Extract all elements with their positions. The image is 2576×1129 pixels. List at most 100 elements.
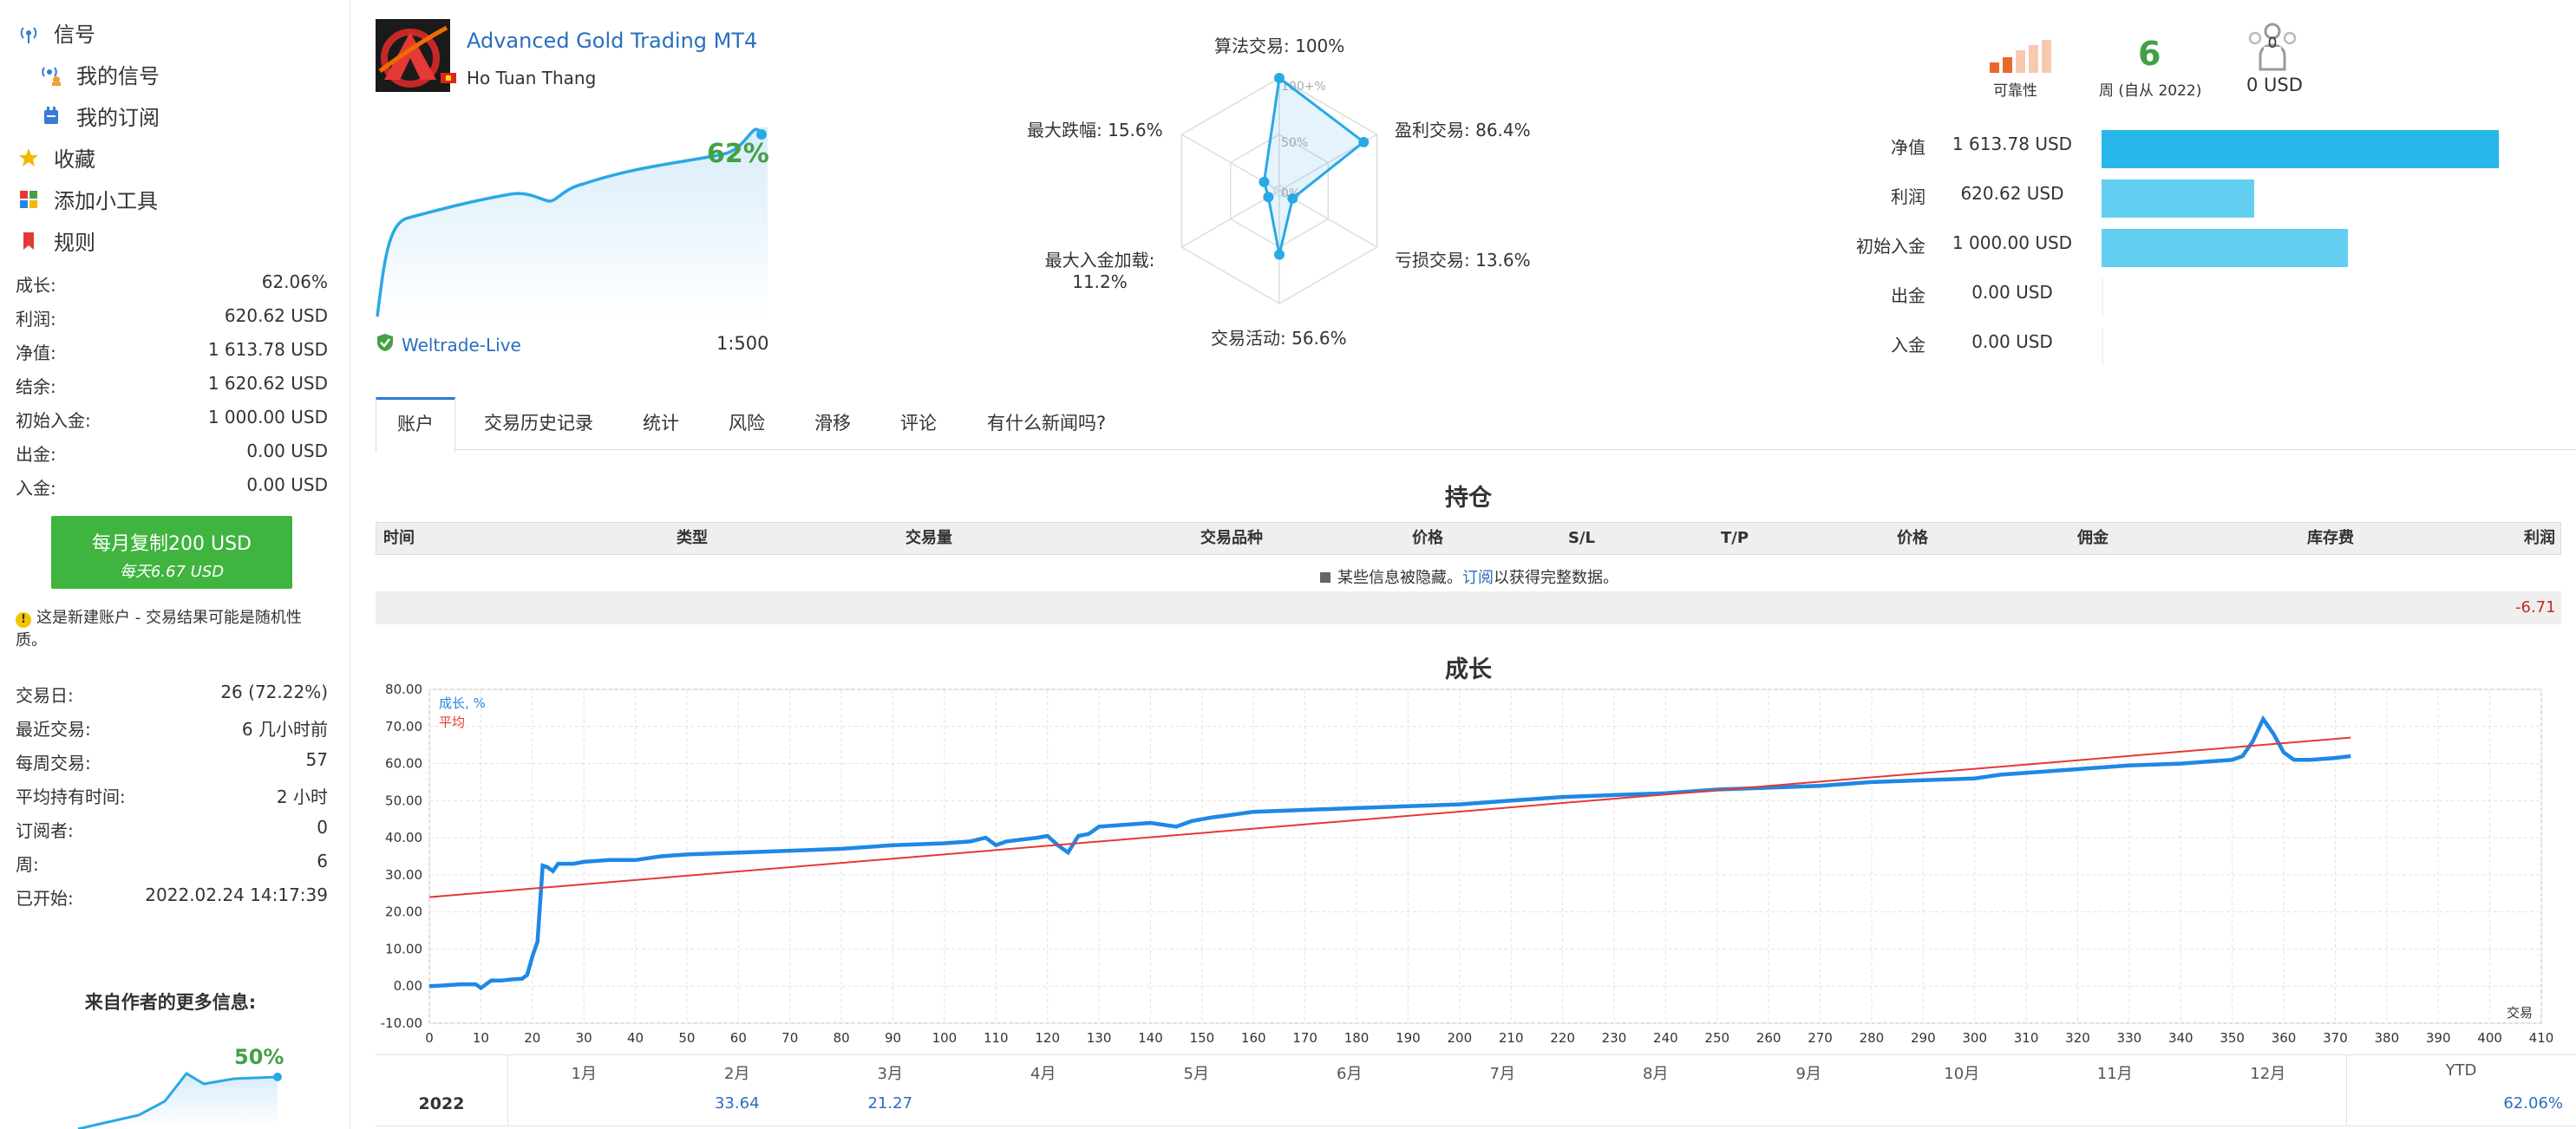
info-started: 已开始: 2022.02.24 14:17:39: [16, 884, 328, 909]
x-tick-label: 120: [1035, 1030, 1060, 1046]
x-tick-label: 180: [1344, 1030, 1370, 1046]
tab-account[interactable]: 账户: [376, 397, 455, 453]
x-tick-label: 40: [627, 1030, 644, 1046]
radar-point: [1259, 176, 1270, 187]
subscribe-link[interactable]: 订阅: [1462, 569, 1494, 587]
col-swap: 库存费: [2307, 529, 2354, 547]
nav-label: 收藏: [54, 147, 95, 172]
nav-signals[interactable]: 信号: [16, 17, 95, 48]
radar-label-max-deposit-load: 最大入金加载: 11.2%: [1044, 250, 1155, 292]
col-profit: 利润: [2524, 529, 2555, 547]
x-tick-label: 80: [834, 1030, 850, 1046]
radar-label-max-drawdown: 最大跌幅: 15.6%: [1027, 120, 1163, 140]
x-tick-label: 210: [1499, 1030, 1524, 1046]
account-bar-label: 初始入金: [1856, 236, 1925, 257]
account-bar-label: 入金: [1891, 335, 1925, 356]
x-tick-label: 310: [2014, 1030, 2039, 1046]
account-bar-label: 净值: [1891, 137, 1925, 158]
col-type: 类型: [677, 529, 708, 547]
tabs-divider: [376, 449, 2576, 450]
col-commission: 佣金: [2077, 529, 2109, 547]
col-symbol: 交易品种: [1200, 529, 1263, 547]
nav-rules[interactable]: 规则: [16, 225, 95, 256]
x-tick-label: 140: [1138, 1030, 1163, 1046]
month-header: 7月: [1489, 1065, 1515, 1083]
x-tick-label: 0: [425, 1030, 434, 1046]
month-value-mar[interactable]: 21.27: [814, 1094, 967, 1113]
month-header: 3月: [877, 1065, 903, 1083]
info-avg-holding: 平均持有时间: 2 小时: [16, 786, 328, 807]
author-signal-mini-chart[interactable]: [69, 1067, 286, 1129]
account-bar: [2102, 328, 2103, 366]
radar-label-loss-trades: 亏损交易: 13.6%: [1395, 250, 1531, 271]
x-tick-label: 70: [781, 1030, 798, 1046]
signal-logo[interactable]: [376, 19, 450, 92]
stat-profit: 利润: 620.62 USD: [16, 305, 328, 330]
hidden-info-note: 某些信息被隐藏。订阅以获得完整数据。: [1320, 565, 1618, 588]
tab-statistics[interactable]: 统计: [622, 397, 700, 449]
account-bar: [2102, 130, 2499, 168]
x-tick-label: 380: [2375, 1030, 2400, 1046]
info-trades-per-week: 每周交易: 57: [16, 749, 328, 773]
month-header: YTD: [2445, 1061, 2477, 1080]
star-icon: [16, 145, 42, 171]
nav-label: 我的信号: [76, 64, 160, 88]
author-name[interactable]: Ho Tuan Thang: [467, 68, 596, 88]
signal-name-link[interactable]: Advanced Gold Trading MT4: [467, 29, 757, 53]
author-signal-growth: 50%: [234, 1045, 284, 1069]
x-tick-label: 370: [2323, 1030, 2348, 1046]
y-tick-label: 30.00: [385, 867, 422, 883]
month-header: 4月: [1030, 1065, 1056, 1083]
positions-total-row: [376, 591, 2561, 624]
nav-label: 我的订阅: [76, 106, 160, 130]
copy-signal-button[interactable]: 每月复制200 USD 每天6.67 USD: [51, 516, 292, 589]
col-price-current: 价格: [1897, 529, 1928, 547]
antenna-icon: [16, 20, 42, 46]
account-bar-value: 1 000.00 USD: [1952, 232, 2073, 253]
x-tick-label: 320: [2065, 1030, 2090, 1046]
growth-chart[interactable]: 80.00 70.00 60.00 50.00 40.00 30.00 20.00 10.00…: [376, 676, 2576, 1058]
x-tick-label: 360: [2272, 1030, 2297, 1046]
shield-check-icon: [376, 333, 395, 356]
month-value-feb[interactable]: 33.64: [661, 1094, 814, 1113]
radar-point: [1274, 249, 1285, 260]
info-weeks: 周: 6: [16, 851, 328, 875]
x-tick-label: 250: [1704, 1030, 1729, 1046]
y-tick-label: 70.00: [385, 719, 422, 734]
nav-my-subscriptions[interactable]: 我的订阅: [38, 101, 160, 131]
nav-favorites[interactable]: 收藏: [16, 142, 95, 173]
tab-trade-history[interactable]: 交易历史记录: [463, 397, 614, 449]
radar-point: [1287, 193, 1298, 204]
x-tick-label: 150: [1190, 1030, 1215, 1046]
y-tick-label: 60.00: [385, 756, 422, 772]
broker-link[interactable]: Weltrade-Live: [376, 333, 521, 356]
tab-reviews[interactable]: 评论: [879, 397, 958, 449]
x-tick-label: 280: [1860, 1030, 1885, 1046]
tab-news[interactable]: 有什么新闻吗?: [966, 397, 1127, 449]
nav-my-signals[interactable]: 我的信号: [38, 59, 160, 89]
subscribers-value: 0 USD: [2246, 75, 2303, 95]
plot-area: [428, 688, 2542, 1024]
stat-deposits: 入金: 0.00 USD: [16, 474, 328, 499]
x-tick-label: 290: [1911, 1030, 1936, 1046]
account-bar: [2102, 179, 2254, 218]
x-axis-label: 交易: [2507, 1005, 2534, 1021]
x-tick-label: 90: [885, 1030, 901, 1046]
radar-shape: [1262, 75, 1366, 255]
y-tick-label: 20.00: [385, 904, 422, 920]
my-signal-icon: [38, 62, 64, 88]
tab-risks[interactable]: 风险: [708, 397, 786, 449]
col-price: 价格: [1412, 529, 1443, 547]
x-tick-label: 390: [2426, 1030, 2451, 1046]
tab-slippage[interactable]: 滑移: [794, 397, 872, 449]
bookmark-icon: [16, 228, 42, 254]
x-tick-label: 160: [1241, 1030, 1266, 1046]
warning-icon: !: [16, 612, 31, 628]
nav-add-widget[interactable]: 添加小工具: [16, 184, 158, 214]
signal-growth-mini-chart[interactable]: [376, 104, 768, 321]
y-tick-label: 40.00: [385, 830, 422, 845]
new-account-warning: ! 这是新建账户 - 交易结果可能是随机性质。: [16, 609, 302, 649]
vietnam-flag-icon: [441, 73, 456, 83]
y-tick-label: -10.00: [381, 1015, 422, 1031]
weeks-label: 周 (自从 2022): [2099, 82, 2202, 100]
